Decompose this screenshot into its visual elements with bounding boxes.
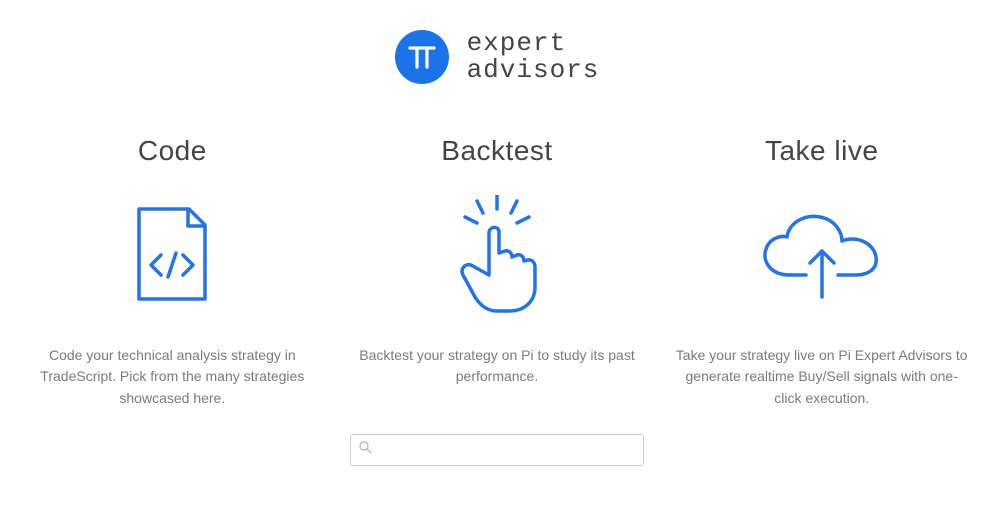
features-row: Code Code your technical analysis strate… bbox=[0, 85, 994, 410]
feature-backtest: Backtest Backtest your strategy on Pi to… bbox=[335, 135, 660, 410]
feature-takelive-title: Take live bbox=[671, 135, 972, 167]
header: expert advisors bbox=[0, 0, 994, 85]
feature-code-title: Code bbox=[22, 135, 323, 167]
search-input[interactable] bbox=[351, 435, 643, 465]
feature-takelive: Take live Take your strategy live on Pi … bbox=[659, 135, 984, 410]
code-file-icon bbox=[22, 195, 323, 315]
pi-logo-icon bbox=[395, 30, 449, 84]
search-container bbox=[0, 434, 994, 466]
brand-line1: expert bbox=[467, 30, 600, 57]
feature-backtest-title: Backtest bbox=[347, 135, 648, 167]
brand-name: expert advisors bbox=[467, 30, 600, 85]
brand-line2: advisors bbox=[467, 57, 600, 84]
search-box[interactable] bbox=[350, 434, 644, 466]
cloud-upload-icon bbox=[671, 195, 972, 315]
feature-takelive-desc: Take your strategy live on Pi Expert Adv… bbox=[671, 345, 972, 410]
click-hand-icon bbox=[347, 195, 648, 315]
search-icon bbox=[359, 441, 372, 459]
feature-backtest-desc: Backtest your strategy on Pi to study it… bbox=[347, 345, 648, 388]
feature-code-desc: Code your technical analysis strategy in… bbox=[22, 345, 323, 410]
feature-code: Code Code your technical analysis strate… bbox=[10, 135, 335, 410]
